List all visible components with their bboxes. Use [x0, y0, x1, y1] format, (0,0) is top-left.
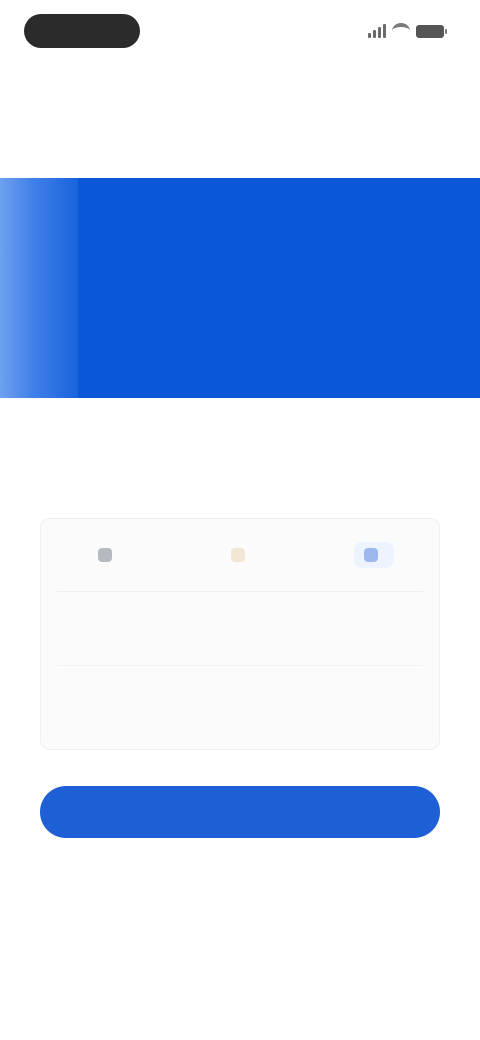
screen — [0, 0, 480, 1040]
bank-icon — [364, 548, 379, 562]
chip-row — [41, 533, 441, 577]
wallet-icon — [230, 548, 245, 562]
payment-method-card — [40, 518, 440, 750]
status-bar — [0, 0, 480, 64]
hero-banner — [0, 178, 480, 398]
chip-option-3[interactable] — [354, 542, 395, 568]
battery-icon — [416, 24, 447, 38]
wifi-icon — [392, 23, 410, 39]
chip-option-1[interactable] — [88, 542, 128, 568]
status-icons — [368, 22, 447, 40]
divider — [57, 591, 423, 592]
chip-option-2[interactable] — [221, 542, 261, 568]
dynamic-island — [24, 14, 140, 48]
signal-icon — [368, 24, 386, 38]
primary-cta-button[interactable] — [40, 786, 440, 838]
card-icon — [97, 548, 112, 562]
hero-gradient-edge — [0, 178, 78, 398]
divider — [57, 665, 423, 666]
